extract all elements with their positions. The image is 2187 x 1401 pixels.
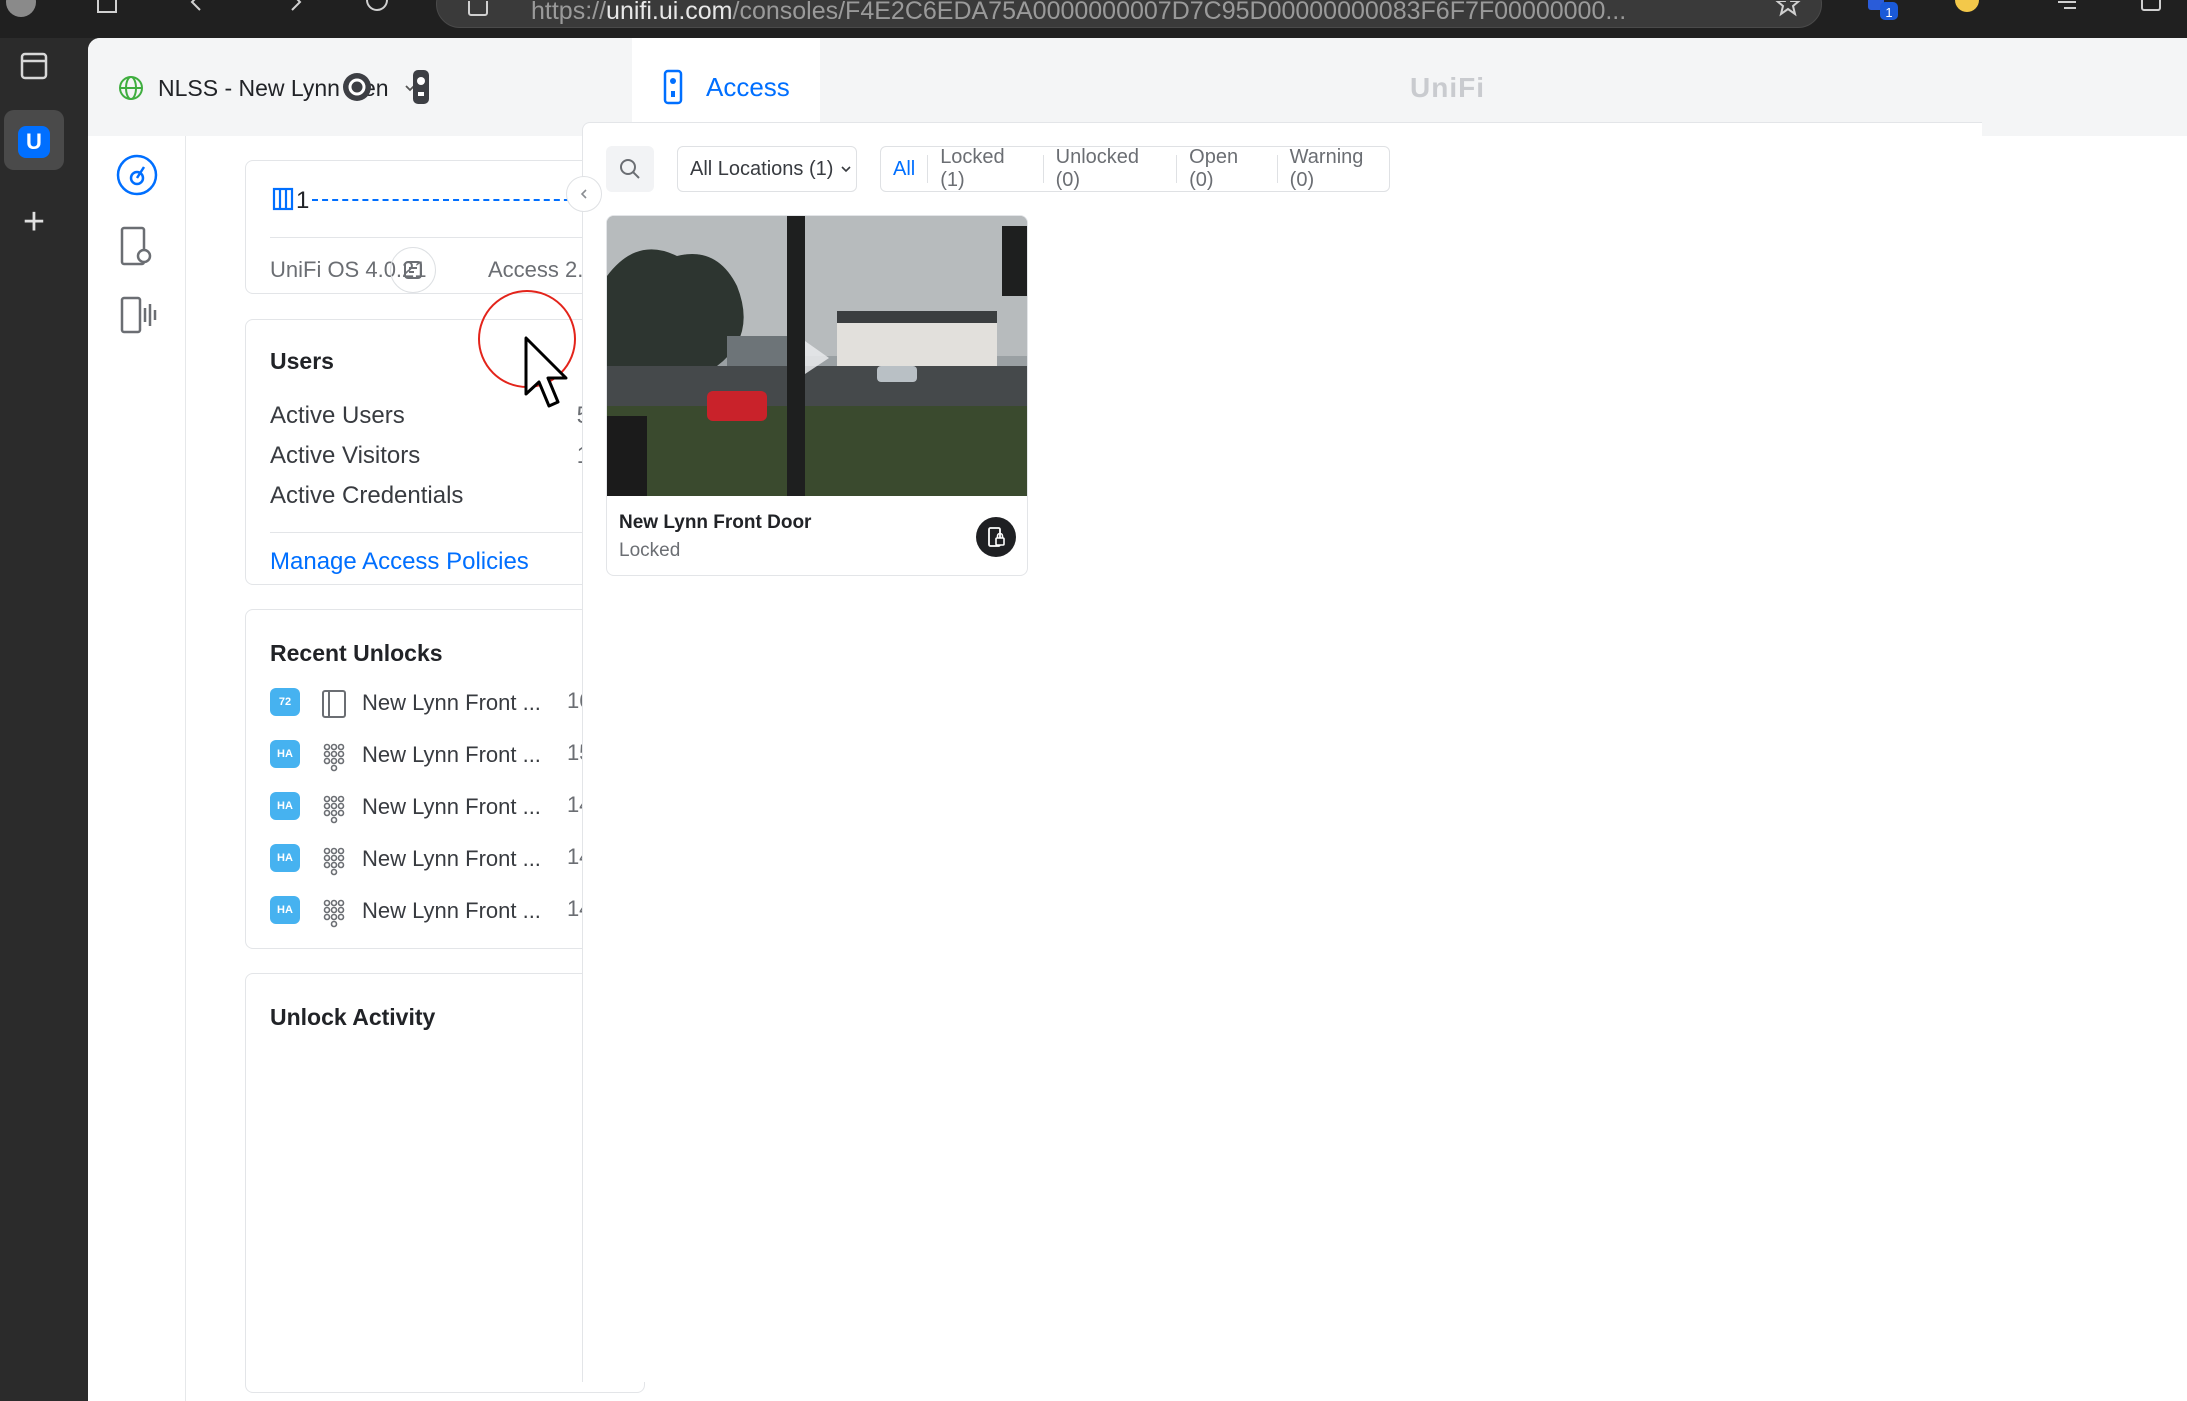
users-title: Users [270, 348, 334, 374]
location-filter[interactable]: All Locations (1) [677, 146, 857, 192]
filter-all[interactable]: All [893, 158, 915, 181]
user-badge: HA [270, 844, 300, 872]
door-name: New Lynn Front Door [619, 512, 812, 533]
mobile-icon [322, 690, 346, 718]
profile-icon[interactable] [4, 0, 38, 22]
door-name: New Lynn Front ... [362, 742, 541, 767]
url-path: /consoles/F4E2C6EDA75A0000000007D7C95D00… [732, 0, 1627, 25]
mouse-cursor-icon [524, 336, 568, 408]
unifi-app: NLSS - New Lynn Den Access UniFi 1 UniFi… [88, 38, 2187, 1401]
keypad-icon [323, 795, 345, 824]
keypad-icon [323, 847, 345, 876]
access-app-icon [663, 69, 683, 105]
divider [270, 237, 622, 238]
devices-icon[interactable] [112, 290, 162, 340]
status-filter-bar: All Locked (1) Unlocked (0) Open (0) War… [880, 146, 1390, 192]
lock-toggle-button[interactable] [976, 517, 1016, 557]
list-item[interactable]: 72 New Lynn Front ... 16:06 [270, 680, 622, 730]
collapse-panel-button[interactable] [566, 176, 602, 212]
tab-actions-icon[interactable] [4, 36, 64, 96]
unlock-activity-title: Unlock Activity [270, 1004, 436, 1030]
url-prefix: https:// [531, 0, 607, 25]
user-badge: 72 [270, 688, 300, 716]
doors-icon[interactable] [112, 222, 162, 272]
globe-icon [119, 76, 143, 100]
extension-shield-icon[interactable]: 1 [1860, 0, 1910, 22]
filter-locked[interactable]: Locked (1) [940, 146, 1030, 192]
keypad-icon [323, 743, 345, 772]
favorite-star-icon[interactable] [1771, 0, 1805, 23]
door-lock-icon [988, 527, 1005, 547]
url-text: https://unifi.ui.com/consoles/F4E2C6EDA7… [531, 0, 1626, 26]
filter-warning[interactable]: Warning (0) [1290, 146, 1389, 192]
side-navigation [88, 136, 186, 1401]
active-visitors-label: Active Visitors [270, 442, 421, 469]
recent-unlocks-title: Recent Unlocks [270, 640, 443, 666]
reading-list-icon[interactable] [2050, 0, 2084, 22]
reload-icon[interactable] [360, 0, 394, 22]
os-release-notes-button[interactable] [390, 247, 436, 293]
unifi-tab-icon: U [18, 126, 50, 158]
extension-face-icon[interactable] [1950, 0, 1984, 22]
door-name: New Lynn Front ... [362, 794, 541, 819]
site-info-icon[interactable] [461, 0, 495, 23]
unifi-logo: UniFi [1410, 72, 1485, 103]
dashboard-icon[interactable] [112, 150, 162, 200]
url-domain: unifi.ui.com [606, 0, 733, 25]
protect-app-icon[interactable] [332, 62, 382, 112]
door-name: New Lynn Front ... [362, 690, 541, 715]
filter-open[interactable]: Open (0) [1189, 146, 1265, 192]
tab-groups-icon[interactable] [92, 0, 126, 22]
divider [1276, 155, 1278, 183]
door-name: New Lynn Front ... [362, 898, 541, 923]
forward-icon[interactable] [280, 0, 314, 22]
user-badge: HA [270, 896, 300, 924]
filter-unlocked[interactable]: Unlocked (0) [1056, 146, 1165, 192]
access-tab-label: Access [706, 71, 790, 102]
keypad-icon [323, 899, 345, 928]
chevron-down-icon [841, 166, 851, 173]
hub-icon [272, 187, 294, 211]
active-users-label: Active Users [270, 402, 405, 429]
door-status: Locked [619, 540, 681, 561]
notes-icon [404, 261, 422, 279]
collections-icon[interactable] [2134, 0, 2168, 22]
talk-app-icon[interactable] [396, 62, 446, 112]
active-credentials-label: Active Credentials [270, 482, 464, 509]
back-icon[interactable] [180, 0, 214, 22]
user-badge: HA [270, 740, 300, 768]
list-item[interactable]: HA New Lynn Front ... 15:28 [270, 732, 622, 782]
list-item[interactable]: HA New Lynn Front ... 14:39 [270, 888, 622, 938]
door-camera-snapshot [607, 216, 1027, 496]
browser-vertical-tabs: U + [0, 38, 88, 1401]
divider [270, 532, 622, 533]
hub-count: 1 [296, 187, 310, 214]
divider [927, 155, 929, 183]
address-bar[interactable]: https://unifi.ui.com/consoles/F4E2C6EDA7… [436, 0, 1822, 28]
search-button[interactable] [606, 146, 654, 192]
manage-access-policies-link[interactable]: Manage Access Policies [270, 548, 529, 576]
chevron-left-icon [580, 189, 587, 199]
list-item[interactable]: HA New Lynn Front ... 14:41 [270, 784, 622, 834]
door-name: New Lynn Front ... [362, 846, 541, 871]
search-icon [620, 159, 640, 179]
divider [1042, 155, 1044, 183]
divider [1176, 155, 1178, 183]
new-tab-icon[interactable]: + [4, 192, 64, 252]
browser-toolbar: https://unifi.ui.com/consoles/F4E2C6EDA7… [0, 0, 2187, 38]
svg-text:1: 1 [1885, 5, 1892, 20]
user-badge: HA [270, 792, 300, 820]
list-item[interactable]: HA New Lynn Front ... 14:40 [270, 836, 622, 886]
door-card[interactable]: New Lynn Front Door Locked [606, 215, 1028, 576]
connection-line [312, 199, 580, 201]
location-filter-label: All Locations (1) [690, 157, 834, 180]
unifi-tab[interactable]: U [4, 110, 64, 170]
